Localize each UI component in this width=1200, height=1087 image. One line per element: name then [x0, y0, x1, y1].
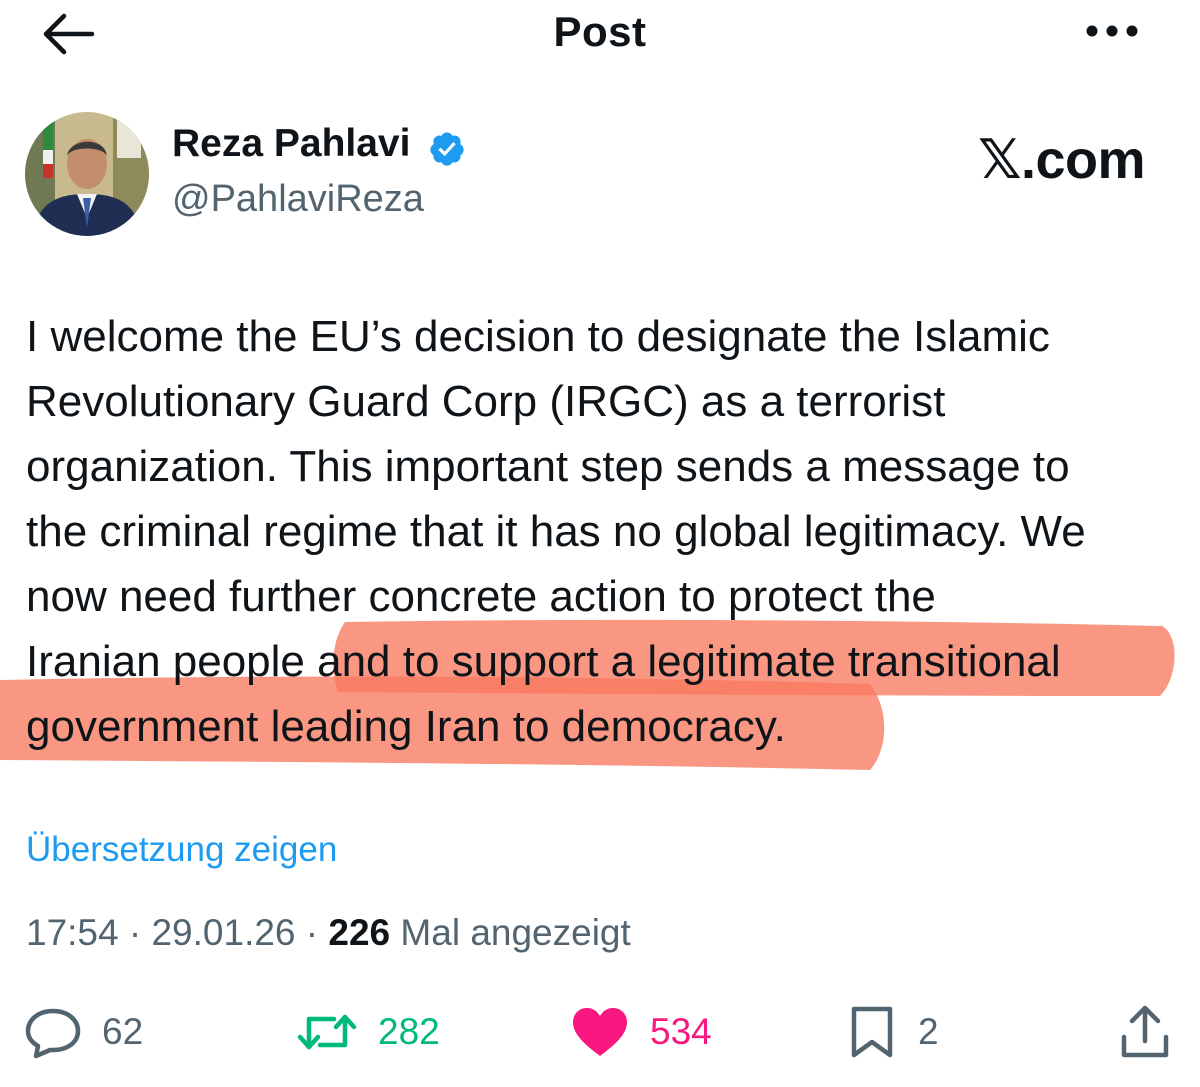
page-title: Post	[553, 8, 647, 55]
avatar[interactable]	[25, 112, 149, 236]
share-icon	[1121, 1005, 1169, 1058]
heart-filled-icon	[573, 1008, 627, 1056]
share-button[interactable]	[1116, 1000, 1174, 1064]
tweet-text: I welcome the EU’s decision to designate…	[26, 312, 1086, 751]
bookmark-icon	[851, 1006, 893, 1058]
repost-count: 282	[378, 1011, 440, 1052]
repost-icon	[297, 1014, 357, 1050]
bookmark-count: 2	[918, 1011, 939, 1052]
reply-count: 62	[102, 1011, 144, 1052]
like-count: 534	[650, 1011, 712, 1052]
x-com-watermark: 𝕏.com	[978, 130, 1146, 190]
tweet-time[interactable]: 17:54	[26, 912, 119, 953]
more-horizontal-icon	[1086, 25, 1138, 37]
tweet-date[interactable]: 29.01.26	[151, 912, 295, 953]
more-options-button[interactable]	[1082, 16, 1142, 46]
view-count: 226	[328, 912, 391, 953]
reply-icon	[25, 1008, 81, 1059]
tweet-meta: 17:54 · 29.01.26 · 226 Mal angezeigt	[26, 912, 631, 953]
like-button[interactable]: 534	[570, 1000, 712, 1064]
author-handle[interactable]: @PahlaviReza	[172, 178, 424, 221]
reply-button[interactable]: 62	[24, 1000, 143, 1064]
verified-badge-icon	[428, 130, 466, 168]
views-label: Mal angezeigt	[400, 912, 631, 953]
repost-button[interactable]: 282	[296, 1000, 440, 1064]
show-translation-link[interactable]: Übersetzung zeigen	[26, 830, 337, 870]
author-name[interactable]: Reza Pahlavi	[172, 122, 410, 166]
bookmark-button[interactable]: 2	[846, 1000, 939, 1064]
